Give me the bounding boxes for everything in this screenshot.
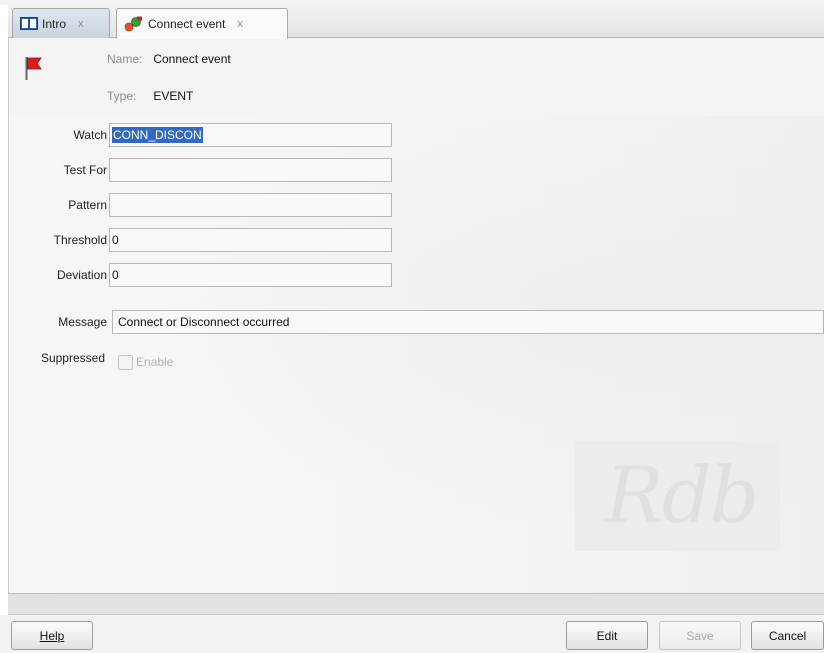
message-row: Message: [9, 310, 107, 334]
threshold-label: Threshold: [53, 233, 107, 247]
name-row: Name: Connect event: [107, 52, 231, 66]
watch-row: Watch: [9, 123, 107, 147]
test-for-row: Test For: [9, 158, 107, 182]
status-bar: [8, 593, 824, 615]
close-icon[interactable]: x: [78, 18, 84, 30]
edit-button[interactable]: Edit: [566, 621, 648, 650]
test-for-label: Test For: [63, 163, 107, 177]
watch-label: Watch: [73, 128, 107, 142]
event-form: Rdb Watch CONN_DISCON Test For Pattern T…: [9, 116, 824, 593]
button-bar: Help Edit Save Cancel: [0, 615, 824, 653]
tab-connect-event-label: Connect event: [148, 17, 226, 31]
watch-value: CONN_DISCON: [112, 127, 203, 143]
close-icon[interactable]: x: [237, 18, 243, 30]
enable-label: Enable: [136, 355, 174, 369]
edit-button-label: Edit: [596, 629, 618, 643]
suppressed-label: Suppressed: [40, 351, 105, 365]
type-key: Type:: [107, 89, 137, 103]
watermark-logo: Rdb: [605, 451, 760, 541]
pattern-input[interactable]: [109, 193, 392, 217]
tab-bar: Intro x Connect event x: [8, 5, 824, 39]
message-input[interactable]: Connect or Disconnect occurred: [112, 310, 824, 334]
editor-panel: Name: Connect event Type: EVENT Rdb Watc…: [8, 38, 824, 593]
object-header: Name: Connect event Type: EVENT: [9, 38, 824, 116]
threshold-input[interactable]: 0: [109, 228, 392, 252]
name-key: Name:: [107, 52, 143, 66]
help-button-label: Help: [39, 629, 65, 643]
suppressed-row: Suppressed: [9, 346, 105, 370]
cancel-button-label: Cancel: [768, 629, 807, 643]
pattern-label: Pattern: [68, 198, 107, 212]
tab-intro-label: Intro: [42, 16, 67, 31]
deviation-row: Deviation: [9, 263, 107, 287]
save-button-label: Save: [686, 629, 714, 643]
test-for-input[interactable]: [109, 158, 392, 182]
deviation-label: Deviation: [56, 268, 107, 282]
red-flag-icon: [25, 57, 42, 80]
type-value: EVENT: [153, 89, 194, 103]
type-row: Type: EVENT: [107, 89, 193, 103]
cancel-button[interactable]: Cancel: [751, 621, 824, 650]
pattern-row: Pattern: [9, 193, 107, 217]
event-icon: [124, 16, 142, 32]
tab-connect-event[interactable]: Connect event x: [116, 8, 288, 39]
save-button[interactable]: Save: [659, 621, 741, 650]
tab-intro[interactable]: Intro x: [12, 8, 110, 38]
name-value: Connect event: [153, 52, 231, 66]
enable-checkbox[interactable]: [118, 355, 133, 370]
book-icon: [20, 17, 38, 30]
help-button[interactable]: Help: [11, 621, 93, 650]
message-label: Message: [58, 315, 107, 329]
deviation-input[interactable]: 0: [109, 263, 392, 287]
threshold-row: Threshold: [9, 228, 107, 252]
watch-input[interactable]: CONN_DISCON: [109, 123, 392, 147]
